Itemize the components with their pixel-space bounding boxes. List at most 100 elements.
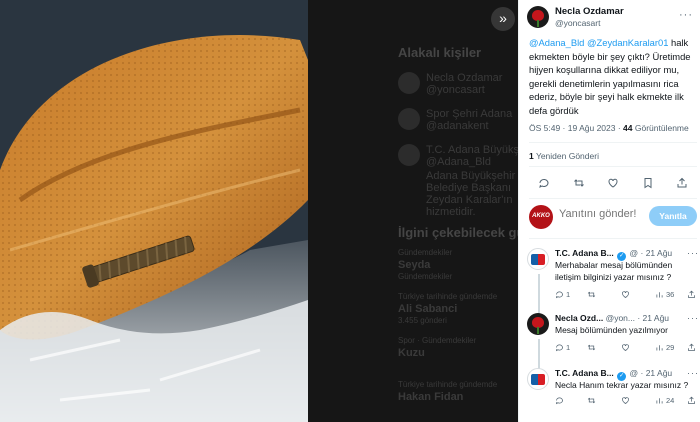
reply-composer: AKKO Yanıtla xyxy=(529,204,699,230)
thread-line xyxy=(538,339,540,369)
adana-bld-avatar[interactable] xyxy=(527,368,549,390)
bookmark-icon[interactable] xyxy=(641,176,655,190)
ghost-person-handle: @yoncasart xyxy=(426,84,485,96)
reply-input[interactable] xyxy=(559,208,639,220)
views-icon[interactable]: 29 xyxy=(655,343,674,352)
mention-link[interactable]: @Adana_Bld xyxy=(529,37,584,48)
ghost-avatar xyxy=(398,144,420,166)
share-icon[interactable] xyxy=(675,176,689,190)
share-icon[interactable] xyxy=(687,343,696,352)
reply-handle[interactable]: @yon... xyxy=(606,313,635,323)
tweet-author[interactable]: Necla Ozdamar @yoncasart ··· xyxy=(527,5,697,35)
ghost-heading-trends: İlgini çekebilecek gündem xyxy=(398,225,518,240)
views-label: Görüntülenme xyxy=(632,123,689,133)
reply-time[interactable]: · 21 Ağu xyxy=(641,368,673,378)
ghost-person-name: Necla Ozdamar xyxy=(426,72,503,84)
tweet-detail-panel: Necla Ozdamar @yoncasart ··· @Adana_Bld … xyxy=(518,0,700,422)
retweet-label: Yeniden Gönderi xyxy=(533,151,599,161)
more-icon[interactable]: ··· xyxy=(687,248,699,258)
like-icon[interactable] xyxy=(621,343,632,352)
ghost-trend-label: Gündemdekiler xyxy=(398,248,453,257)
author-name[interactable]: Necla Ozdamar xyxy=(555,6,624,17)
reply-handle[interactable]: @ xyxy=(629,248,638,258)
user-avatar[interactable]: AKKO xyxy=(529,205,553,229)
ghost-trend-name: Hakan Fidan xyxy=(398,391,464,403)
reply-author-name[interactable]: T.C. Adana B... xyxy=(555,248,614,258)
reply-header: Necla Ozd... @yon... · 21 Ağu xyxy=(555,313,669,323)
ghost-trend-count: Gündemdekiler xyxy=(398,272,453,281)
retweet-icon[interactable] xyxy=(587,290,598,299)
divider xyxy=(529,238,697,239)
ghost-trend-name: Ali Sabanci xyxy=(398,303,458,315)
like-icon[interactable] xyxy=(606,176,620,190)
more-icon[interactable]: ··· xyxy=(679,9,693,21)
more-icon[interactable]: ··· xyxy=(687,313,699,323)
views-count: 44 xyxy=(623,123,633,133)
bread-photo-drawing xyxy=(0,0,308,422)
divider xyxy=(529,166,697,167)
adana-logo-icon xyxy=(531,374,545,385)
divider xyxy=(529,198,697,199)
retweet-icon[interactable] xyxy=(587,343,598,352)
reply-button[interactable]: Yanıtla xyxy=(649,206,697,226)
tweet-photo-bread-with-screw[interactable] xyxy=(0,0,308,422)
share-icon[interactable] xyxy=(687,396,696,405)
ghost-trend-label: Türkiye tarihinde gündemde xyxy=(398,380,498,389)
mention-link[interactable]: @ZeydanKaralar01 xyxy=(587,37,668,48)
reply-time[interactable]: · 21 Ağu xyxy=(641,248,673,258)
reply-action-bar: 1 29 xyxy=(555,343,695,355)
views-icon[interactable]: 24 xyxy=(655,396,674,405)
retweet-icon[interactable] xyxy=(587,396,598,405)
expand-panel-button[interactable]: » xyxy=(491,7,515,31)
reply-icon[interactable]: 1 xyxy=(555,290,570,299)
ghost-person-name: Spor Şehri Adana xyxy=(426,108,513,120)
share-icon[interactable] xyxy=(687,290,696,299)
like-icon[interactable] xyxy=(621,396,632,405)
background-page-dimmed: Alakalı kişiler Necla Ozdamar @yoncasart… xyxy=(308,0,518,422)
ghost-trend-label: Türkiye tarihinde gündemde xyxy=(398,292,498,301)
ghost-person-handle: @Adana_Bld xyxy=(426,156,491,168)
tweet-action-bar xyxy=(537,176,689,192)
reply-icon[interactable] xyxy=(537,176,551,190)
author-handle[interactable]: @yoncasart xyxy=(555,18,600,28)
reply-text: Necla Hanım tekrar yazar mısınız ? xyxy=(555,380,689,390)
ghost-trend-count: 3.455 gönderi xyxy=(398,316,447,325)
retweet-stat[interactable]: 1 Yeniden Gönderi xyxy=(529,151,599,161)
tweet-timestamp[interactable]: ÖS 5:49 · 19 Ağu 2023 · xyxy=(529,123,623,133)
ghost-trend-label: Spor · Gündemdekiler xyxy=(398,336,477,345)
reply-item[interactable]: T.C. Adana B... ✓ @ · 21 Ağu ··· Necla H… xyxy=(527,368,699,418)
reply-item[interactable]: T.C. Adana B... ✓ @ · 21 Ağu ··· Merhaba… xyxy=(527,248,699,314)
reply-text: Mesaj bölümünden yazılmıyor xyxy=(555,325,668,335)
like-icon[interactable] xyxy=(621,290,632,299)
ghost-person-name: T.C. Adana Büyükşehir Belediyesi xyxy=(426,144,518,156)
adana-logo-icon xyxy=(531,254,545,265)
reply-action-bar: 24 xyxy=(555,396,695,408)
views-icon[interactable]: 36 xyxy=(655,290,674,299)
double-chevron-right-icon: » xyxy=(499,10,507,26)
reply-action-bar: 1 36 xyxy=(555,290,695,302)
ghost-heading-related: Alakalı kişiler xyxy=(398,45,482,60)
ghost-trend-name: Kuzu xyxy=(398,347,425,359)
author-avatar[interactable] xyxy=(527,313,549,335)
divider xyxy=(529,142,697,143)
reply-icon[interactable] xyxy=(555,396,566,405)
ghost-person-handle: @adanakent xyxy=(426,120,489,132)
author-avatar[interactable] xyxy=(527,6,549,28)
tweet-body: halk ekmekten böyle bir şey çıktı? Üreti… xyxy=(529,37,691,116)
reply-author-name[interactable]: Necla Ozd... xyxy=(555,313,603,323)
ghost-avatar xyxy=(398,72,420,94)
ghost-avatar xyxy=(398,108,420,130)
reply-author-name[interactable]: T.C. Adana B... xyxy=(555,368,614,378)
reply-item[interactable]: Necla Ozd... @yon... · 21 Ağu ··· Mesaj … xyxy=(527,313,699,369)
reply-handle[interactable]: @ xyxy=(629,368,638,378)
tweet-meta: ÖS 5:49 · 19 Ağu 2023 · 44 Görüntülenme xyxy=(529,123,689,133)
adana-bld-avatar[interactable] xyxy=(527,248,549,270)
retweet-icon[interactable] xyxy=(572,176,586,190)
tweet-text: @Adana_Bld @ZeydanKaralar01 halk ekmekte… xyxy=(529,36,697,117)
more-icon[interactable]: ··· xyxy=(687,368,699,378)
reply-time[interactable]: · 21 Ağu xyxy=(637,313,669,323)
thread-line xyxy=(538,274,540,314)
user-avatar-text: AKKO xyxy=(532,213,550,219)
reply-text: Merhabalar mesaj bölümünden iletişim bil… xyxy=(555,260,673,282)
reply-icon[interactable]: 1 xyxy=(555,343,570,352)
